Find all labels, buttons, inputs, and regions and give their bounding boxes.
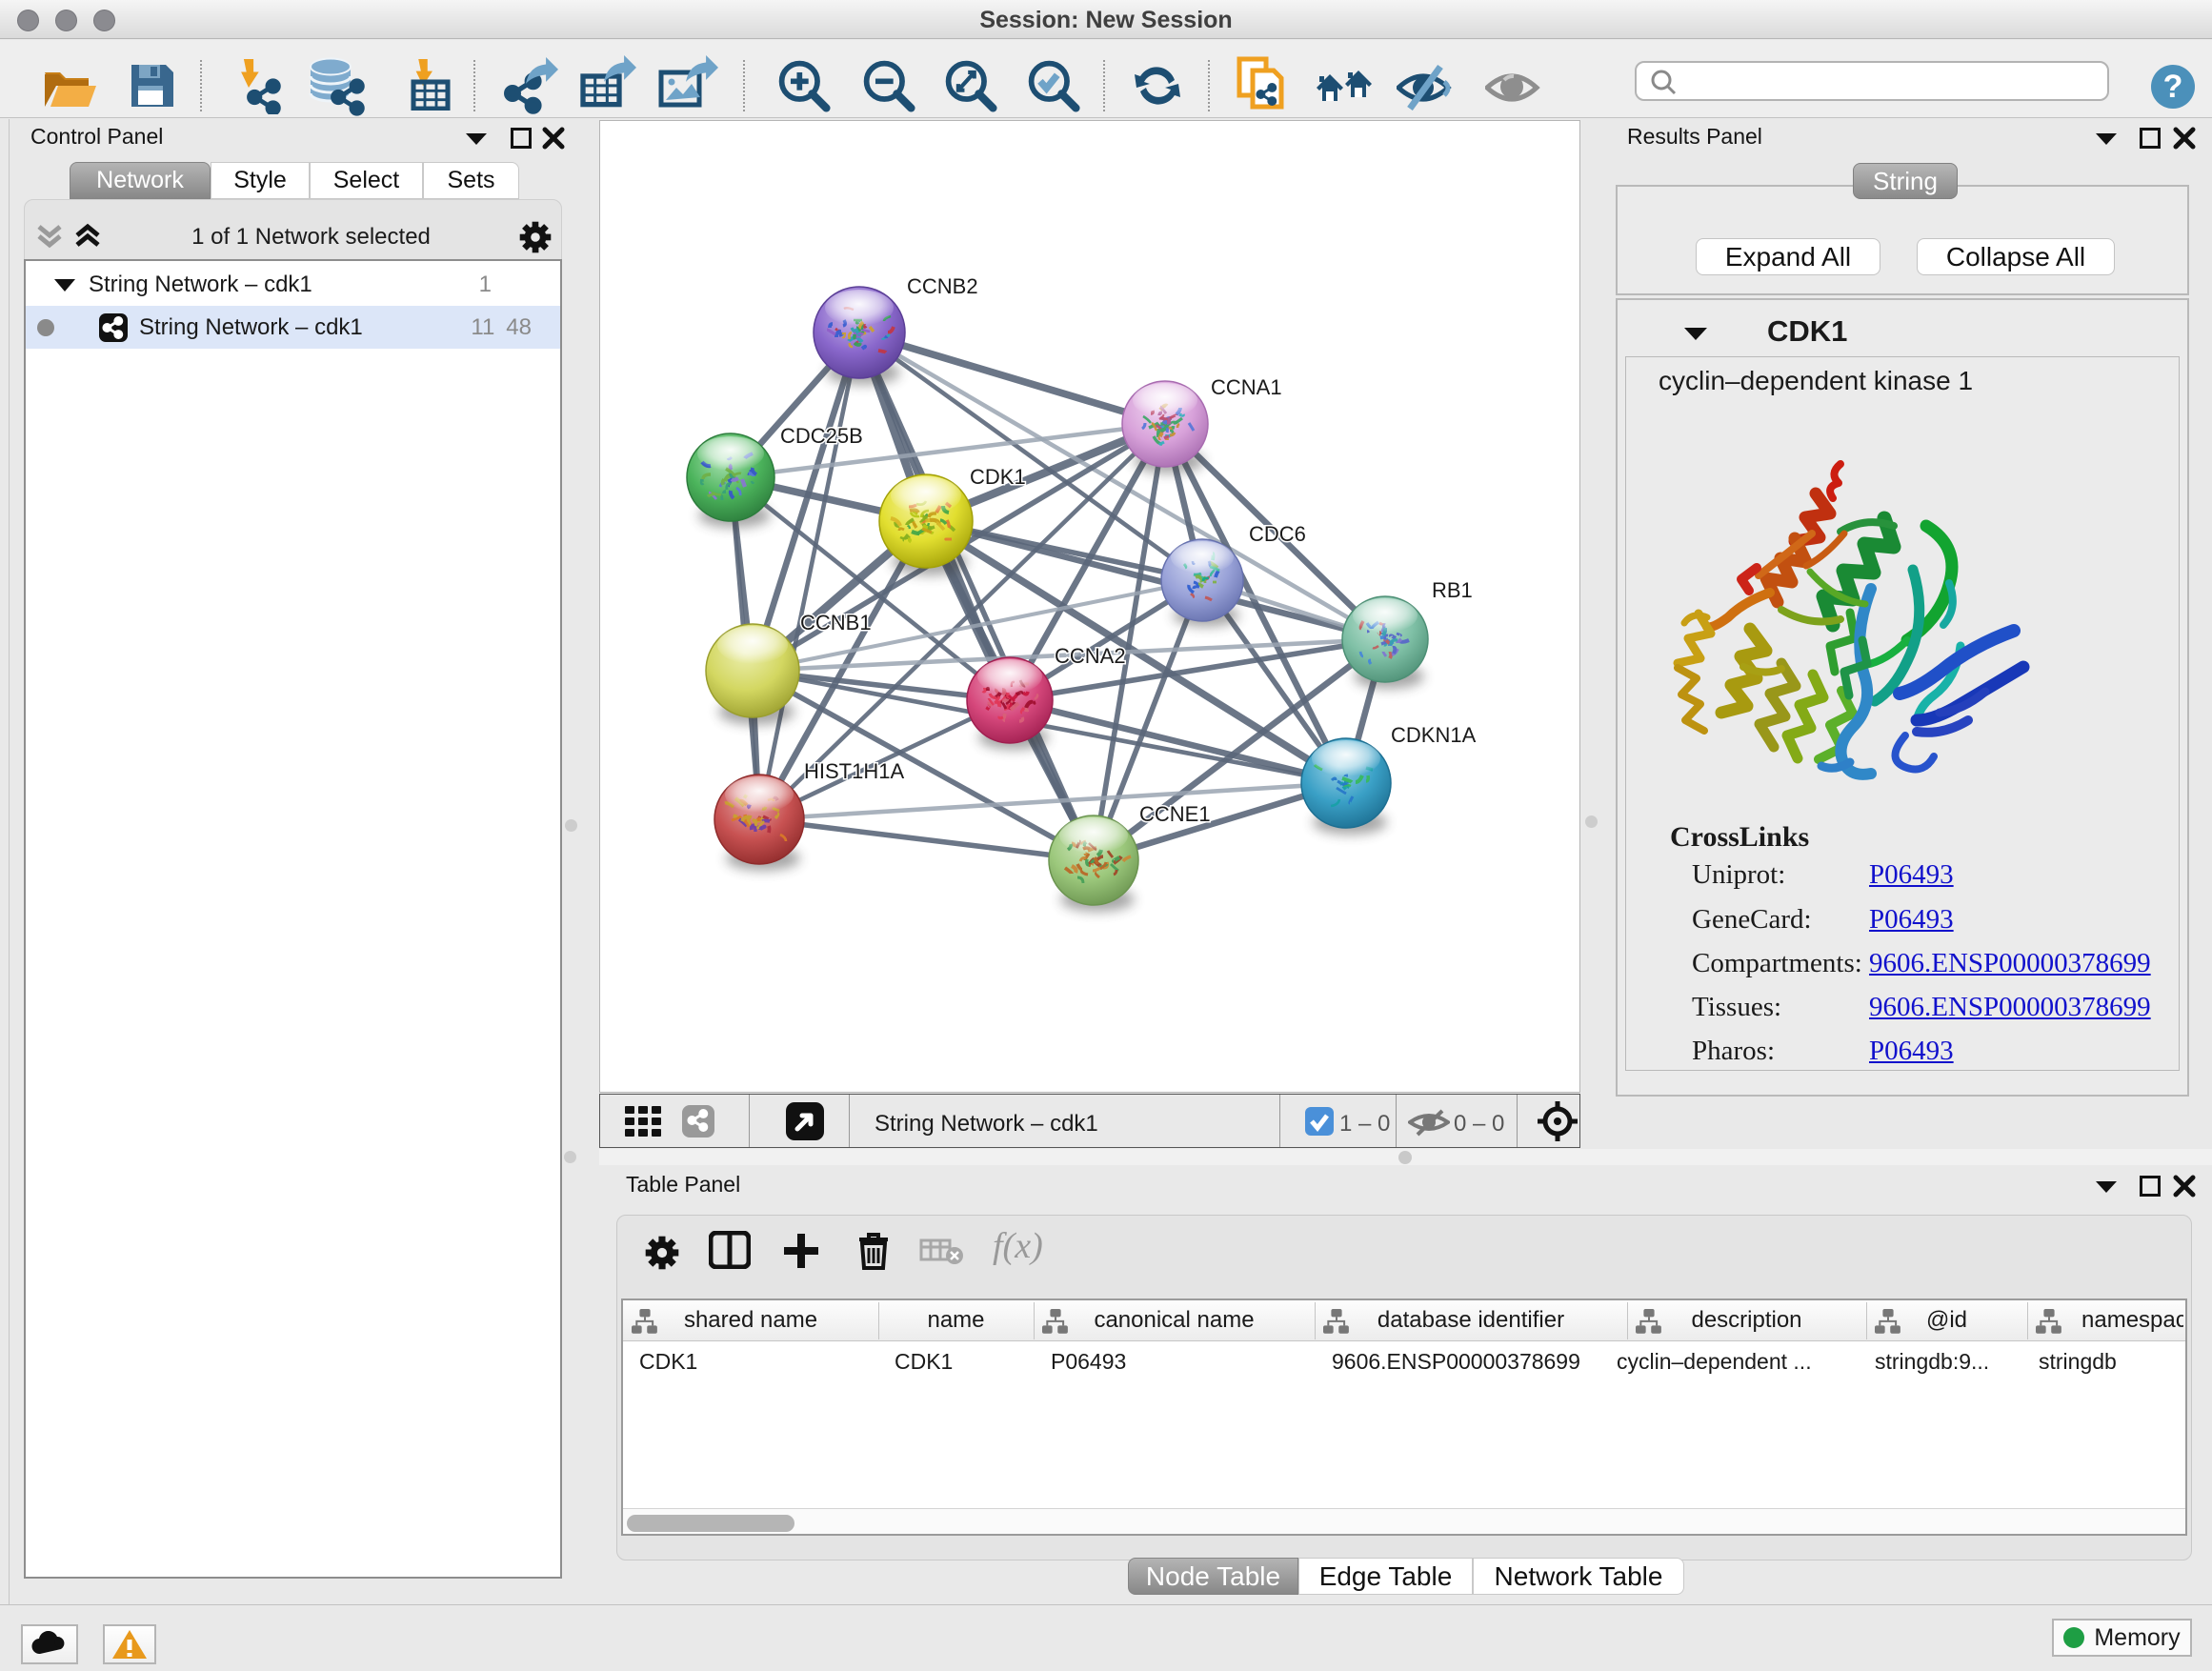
svg-text:CCNE1: CCNE1 [1139, 802, 1211, 826]
svg-text:HIST1H1A: HIST1H1A [804, 759, 904, 783]
svg-text:CCNA1: CCNA1 [1211, 375, 1282, 399]
svg-text:CDK1: CDK1 [970, 465, 1026, 489]
svg-text:RB1: RB1 [1432, 578, 1473, 602]
svg-text:CCNA2: CCNA2 [1055, 644, 1126, 668]
svg-text:CDC25B: CDC25B [780, 424, 863, 448]
svg-text:CDC6: CDC6 [1249, 522, 1306, 546]
svg-text:CCNB1: CCNB1 [800, 611, 872, 634]
svg-text:CDKN1A: CDKN1A [1391, 723, 1477, 747]
svg-text:CCNB2: CCNB2 [907, 274, 978, 298]
